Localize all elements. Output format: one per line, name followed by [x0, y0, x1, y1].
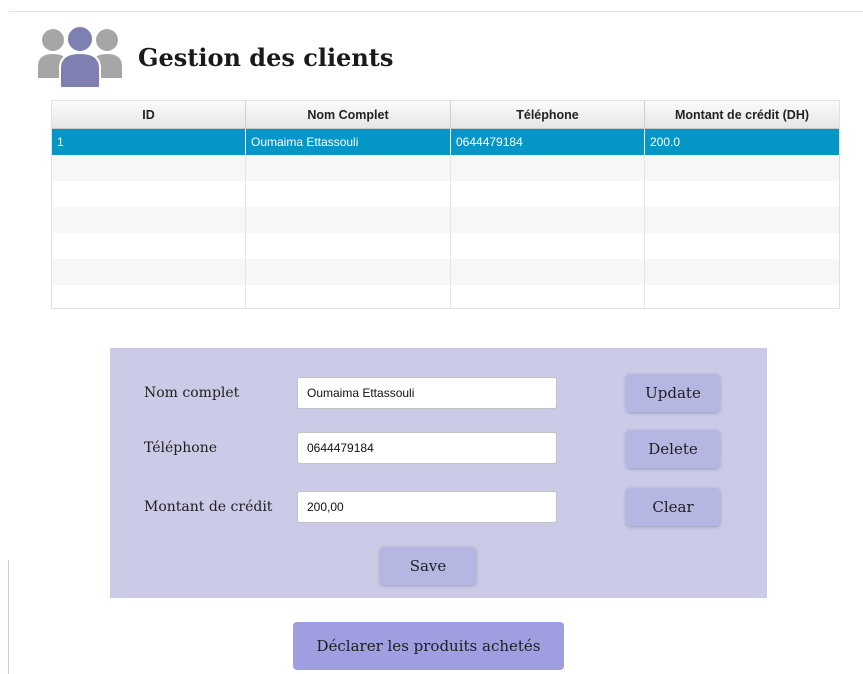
table-row-empty[interactable] — [52, 285, 839, 308]
declare-products-button[interactable]: Déclarer les produits achetés — [293, 622, 564, 670]
table-cell-nom-complet: Oumaima Ettassouli — [246, 129, 451, 155]
montant-credit-label: Montant de crédit — [144, 499, 273, 515]
client-form-panel: Nom complet Téléphone Montant de crédit … — [110, 348, 767, 598]
nom-complet-input[interactable] — [297, 377, 557, 409]
users-group-icon-right-head — [96, 29, 118, 51]
users-group-icon-left-head — [42, 29, 64, 51]
column-header-montant-credit[interactable]: Montant de crédit (DH) — [645, 101, 839, 128]
window-left-accent — [8, 560, 9, 674]
table-row-empty[interactable] — [52, 233, 839, 259]
table-header: ID Nom Complet Téléphone Montant de créd… — [52, 101, 839, 129]
users-group-icon — [38, 26, 122, 89]
telephone-label: Téléphone — [144, 440, 218, 456]
table-row-empty[interactable] — [52, 207, 839, 233]
clear-button[interactable]: Clear — [626, 488, 720, 526]
page-title: Gestion des clients — [138, 43, 394, 72]
table-row[interactable]: 1 Oumaima Ettassouli 0644479184 200.0 — [52, 129, 839, 155]
users-group-icon-center-body — [59, 51, 101, 89]
table-cell-montant-credit: 200.0 — [650, 135, 681, 149]
column-header-telephone[interactable]: Téléphone — [451, 101, 645, 128]
montant-credit-input[interactable] — [297, 491, 557, 523]
update-button[interactable]: Update — [626, 374, 720, 412]
table-row-empty[interactable] — [52, 181, 839, 207]
save-button[interactable]: Save — [380, 547, 476, 585]
column-header-nom-complet[interactable]: Nom Complet — [246, 101, 451, 128]
column-header-id[interactable]: ID — [52, 101, 246, 128]
table-cell-telephone: 0644479184 — [451, 129, 645, 155]
users-group-icon-center-head — [66, 26, 94, 53]
table-row-empty[interactable] — [52, 155, 839, 181]
window-top-border — [9, 11, 863, 12]
telephone-input[interactable] — [297, 432, 557, 464]
delete-button[interactable]: Delete — [626, 430, 720, 468]
clients-table[interactable]: ID Nom Complet Téléphone Montant de créd… — [51, 100, 840, 309]
table-row-empty[interactable] — [52, 259, 839, 285]
table-cell-id: 1 — [52, 129, 246, 155]
nom-complet-label: Nom complet — [144, 385, 240, 401]
